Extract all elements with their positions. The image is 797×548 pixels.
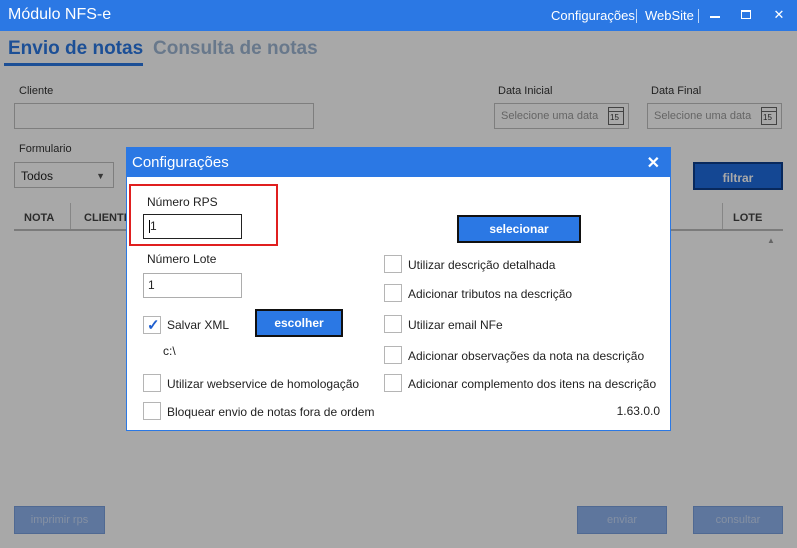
escolher-pasta-button[interactable]: escolher pasta <box>255 309 343 354</box>
numero-rps-input[interactable]: 1 <box>143 214 242 239</box>
close-icon: ✕ <box>773 7 785 22</box>
bloquear-envio-checkbox[interactable] <box>143 402 161 420</box>
configuracoes-dialog: Configurações ✕ Número RPS 1 Número Lote… <box>126 147 671 431</box>
version-label: 1.63.0.0 <box>616 404 660 418</box>
webservice-homologacao-label: Utilizar webservice de homologação <box>167 377 360 391</box>
maximize-button[interactable] <box>735 4 757 26</box>
numero-rps-value: 1 <box>150 219 157 233</box>
maximize-icon <box>741 10 751 19</box>
tributos-descricao-label: Adicionar tributos na descrição <box>408 287 573 301</box>
numero-lote-value: 1 <box>148 278 155 292</box>
website-link[interactable]: WebSite <box>645 8 694 23</box>
descricao-detalhada-label: Utilizar descrição detalhada <box>408 258 556 272</box>
bloquear-envio-label: Bloquear envio de notas fora de ordem <box>167 405 375 419</box>
selecionar-certificado-button[interactable]: selecionar certificado <box>457 215 581 260</box>
numero-lote-label: Número Lote <box>147 252 217 266</box>
title-separator <box>636 9 637 23</box>
salvar-xml-checkbox[interactable]: ✓ <box>143 316 161 334</box>
observacoes-nota-checkbox[interactable] <box>384 346 402 364</box>
checkmark-icon: ✓ <box>147 317 160 334</box>
numero-rps-label: Número RPS <box>147 195 218 209</box>
salvar-xml-label: Salvar XML <box>167 318 230 332</box>
observacoes-nota-label: Adicionar observações da nota na descriç… <box>408 349 645 363</box>
complemento-itens-label: Adicionar complemento dos itens na descr… <box>408 377 657 391</box>
close-button[interactable]: ✕ <box>768 4 790 26</box>
folder-path: c:\ <box>163 344 176 358</box>
email-nfe-label: Utilizar email NFe <box>408 318 503 332</box>
numero-lote-input[interactable]: 1 <box>143 273 242 298</box>
complemento-itens-checkbox[interactable] <box>384 374 402 392</box>
dialog-title: Configurações <box>132 154 229 171</box>
descricao-detalhada-checkbox[interactable] <box>384 255 402 273</box>
app-title: Módulo NFS-e <box>8 6 112 23</box>
minimize-icon <box>710 16 720 18</box>
email-nfe-checkbox[interactable] <box>384 315 402 333</box>
webservice-homologacao-checkbox[interactable] <box>143 374 161 392</box>
tributos-descricao-checkbox[interactable] <box>384 284 402 302</box>
dialog-title-bar: Configurações ✕ <box>127 148 670 177</box>
minimize-button[interactable] <box>704 4 726 26</box>
title-bar: Módulo NFS-e Configurações WebSite ✕ <box>0 0 797 31</box>
dialog-close-icon[interactable]: ✕ <box>647 153 660 173</box>
title-separator <box>698 9 699 23</box>
configuracoes-link[interactable]: Configurações <box>551 8 635 23</box>
